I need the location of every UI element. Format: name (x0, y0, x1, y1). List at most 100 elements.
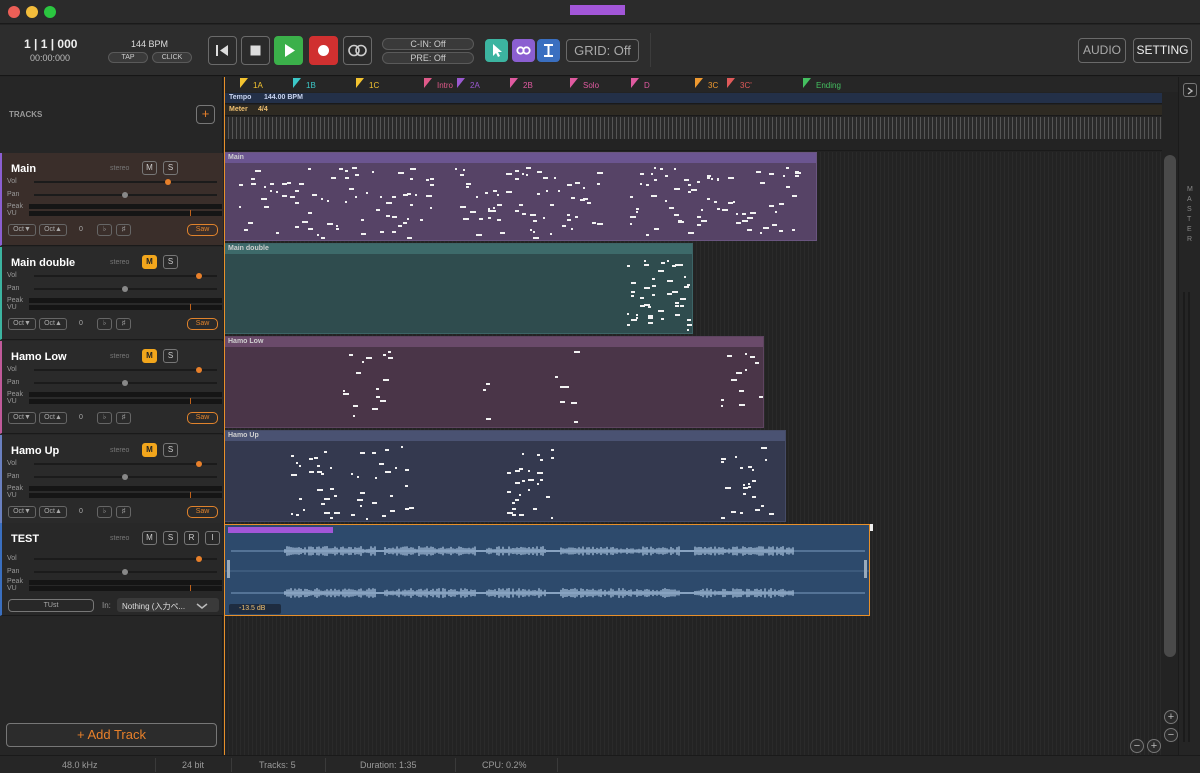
arrange-area[interactable]: 1A 1B 1C Intro 2A 2B Solo D 3C 3C' Ending Tempo 14… (224, 77, 1178, 755)
count-in-toggle[interactable]: C-IN: Off (382, 38, 474, 50)
zoom-in-vertical-button[interactable]: + (1164, 710, 1178, 724)
zoom-out-horizontal-button[interactable]: − (1130, 739, 1144, 753)
add-track-plus-button[interactable]: + (196, 105, 215, 124)
instrument-button[interactable]: Saw (187, 224, 218, 236)
solo-button[interactable]: S (163, 255, 178, 269)
volume-slider[interactable] (34, 556, 217, 562)
record-button[interactable] (309, 36, 338, 65)
region-resize-handle[interactable] (870, 524, 873, 531)
mute-button[interactable]: M (142, 443, 157, 457)
record-arm-button[interactable]: R (184, 531, 199, 545)
input-monitor-button[interactable]: I (205, 531, 220, 545)
pan-slider[interactable] (34, 380, 217, 386)
solo-button[interactable]: S (163, 161, 178, 175)
volume-knob[interactable] (165, 179, 171, 185)
audio-button[interactable]: AUDIO (1078, 38, 1126, 63)
setting-button[interactable]: SETTING (1133, 38, 1192, 63)
track-name[interactable]: Main (11, 163, 36, 175)
track-header-main-double[interactable]: Main double stereo M S Vol Pan Peak VU Oct▼ Oct▲ 0… (0, 247, 223, 340)
solo-button[interactable]: S (163, 531, 178, 545)
play-button[interactable] (274, 36, 303, 65)
link-tool-button[interactable] (512, 39, 535, 62)
pan-slider[interactable] (34, 569, 217, 575)
rewind-button[interactable] (208, 36, 237, 65)
instrument-button[interactable]: Saw (187, 412, 218, 424)
zoom-out-vertical-button[interactable]: − (1164, 728, 1178, 742)
expand-master-button[interactable] (1183, 83, 1197, 97)
pan-knob[interactable] (122, 380, 128, 386)
audio-region-test[interactable]: -13.5 dB (224, 524, 870, 616)
solo-button[interactable]: S (163, 443, 178, 457)
octave-up-button[interactable]: Oct▲ (39, 506, 67, 518)
meter-lane[interactable]: Meter 4/4 (224, 105, 1162, 116)
octave-down-button[interactable]: Oct▼ (8, 412, 36, 424)
octave-up-button[interactable]: Oct▲ (39, 224, 67, 236)
click-button[interactable]: CLICK (152, 52, 192, 63)
volume-slider[interactable] (34, 179, 217, 185)
flat-button[interactable]: ♭ (97, 318, 112, 330)
sharp-button[interactable]: ♯ (116, 224, 131, 236)
octave-up-button[interactable]: Oct▲ (39, 412, 67, 424)
pan-knob[interactable] (122, 569, 128, 575)
volume-slider[interactable] (34, 461, 217, 467)
volume-slider[interactable] (34, 273, 217, 279)
octave-down-button[interactable]: Oct▼ (8, 506, 36, 518)
cursor-tool-button[interactable] (485, 39, 508, 62)
mute-button[interactable]: M (142, 255, 157, 269)
grid-toggle[interactable]: GRID: Off (566, 39, 639, 62)
octave-down-button[interactable]: Oct▼ (8, 224, 36, 236)
timeline-ruler[interactable] (224, 117, 1162, 139)
octave-down-button[interactable]: Oct▼ (8, 318, 36, 330)
zoom-in-horizontal-button[interactable]: + (1147, 739, 1161, 753)
pan-knob[interactable] (122, 192, 128, 198)
mute-button[interactable]: M (142, 531, 157, 545)
add-track-button[interactable]: + Add Track (6, 723, 217, 747)
solo-button[interactable]: S (163, 349, 178, 363)
sharp-button[interactable]: ♯ (116, 412, 131, 424)
bpm-display[interactable]: 144 BPM (131, 39, 168, 49)
stop-button[interactable] (241, 36, 270, 65)
flat-button[interactable]: ♭ (97, 412, 112, 424)
volume-knob[interactable] (196, 367, 202, 373)
tap-button[interactable]: TAP (108, 52, 148, 63)
playhead[interactable] (224, 77, 225, 755)
track-header-test[interactable]: TEST stereo M S R I Vol Pan Peak VU TUst… (0, 523, 223, 616)
track-name[interactable]: Main double (11, 257, 75, 269)
close-window-button[interactable] (8, 6, 20, 18)
minimize-window-button[interactable] (26, 6, 38, 18)
track-header-main[interactable]: Main stereo M S Vol Pan Peak VU Oct▼ Oct▲ 0 ♭ ♯ Saw (0, 153, 223, 246)
sharp-button[interactable]: ♯ (116, 506, 131, 518)
region-end-handle[interactable] (864, 560, 867, 578)
flat-button[interactable]: ♭ (97, 506, 112, 518)
vertical-scrollbar[interactable] (1164, 155, 1176, 657)
volume-knob[interactable] (196, 273, 202, 279)
region-start-handle[interactable] (227, 560, 230, 578)
pan-slider[interactable] (34, 474, 217, 480)
pan-knob[interactable] (122, 474, 128, 480)
gain-readout[interactable]: -13.5 dB (229, 604, 281, 614)
track-name[interactable]: Hamo Up (11, 445, 59, 457)
track-name[interactable]: Hamo Low (11, 351, 67, 363)
flat-button[interactable]: ♭ (97, 224, 112, 236)
midi-region-hamo-up[interactable]: Hamo Up (224, 430, 786, 522)
tuning-button[interactable]: TUst (8, 599, 94, 612)
mute-button[interactable]: M (142, 161, 157, 175)
mute-button[interactable]: M (142, 349, 157, 363)
volume-knob[interactable] (196, 461, 202, 467)
pan-slider[interactable] (34, 192, 217, 198)
instrument-button[interactable]: Saw (187, 506, 218, 518)
midi-region-main[interactable]: Main (224, 152, 817, 241)
loop-button[interactable] (343, 36, 372, 65)
volume-knob[interactable] (196, 556, 202, 562)
octave-up-button[interactable]: Oct▲ (39, 318, 67, 330)
marker-ruler[interactable]: 1A 1B 1C Intro 2A 2B Solo D 3C 3C' Ending (224, 77, 1178, 92)
text-tool-button[interactable] (537, 39, 560, 62)
pre-roll-toggle[interactable]: PRE: Off (382, 52, 474, 64)
track-header-hamo-up[interactable]: Hamo Up stereo M S Vol Pan Peak VU Oct▼ Oct▲ 0 ♭ ♯ Sa… (0, 435, 223, 528)
midi-region-main-double[interactable]: Main double (224, 243, 693, 334)
track-name[interactable]: TEST (11, 533, 39, 545)
pan-slider[interactable] (34, 286, 217, 292)
pan-knob[interactable] (122, 286, 128, 292)
track-header-hamo-low[interactable]: Hamo Low stereo M S Vol Pan Peak VU Oct▼ Oct▲ 0 ♭ ♯ S… (0, 341, 223, 434)
instrument-button[interactable]: Saw (187, 318, 218, 330)
